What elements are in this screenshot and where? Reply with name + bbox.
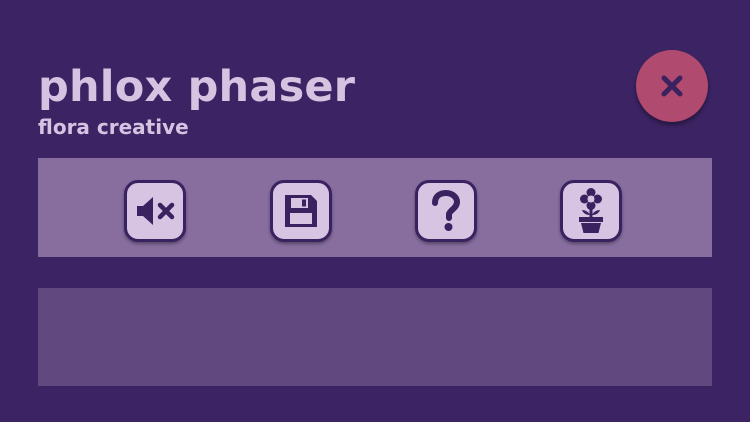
toolbar bbox=[38, 158, 712, 257]
question-mark-icon bbox=[429, 190, 463, 232]
close-icon bbox=[659, 73, 685, 99]
save-button[interactable] bbox=[270, 180, 332, 242]
close-button[interactable] bbox=[636, 50, 708, 122]
flower-pot-icon bbox=[574, 188, 608, 234]
app-title: phlox phaser bbox=[38, 62, 356, 112]
floppy-disk-icon bbox=[282, 192, 320, 230]
mute-button[interactable] bbox=[124, 180, 186, 242]
sound-muted-icon bbox=[133, 194, 177, 228]
content-panel bbox=[38, 288, 712, 386]
help-button[interactable] bbox=[415, 180, 477, 242]
flower-button[interactable] bbox=[560, 180, 622, 242]
app-subtitle: flora creative bbox=[38, 115, 189, 139]
